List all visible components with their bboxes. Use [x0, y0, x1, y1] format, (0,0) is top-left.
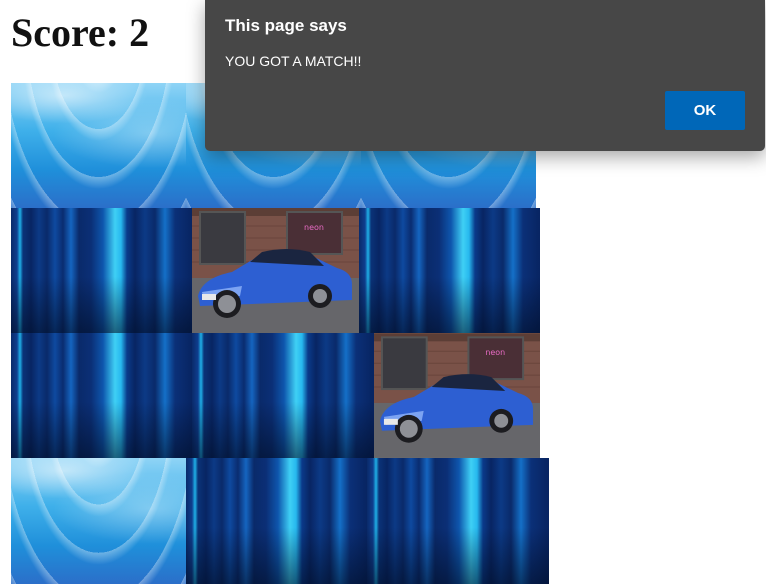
svg-text:neon: neon [485, 348, 505, 357]
card-r4c3[interactable] [367, 458, 549, 584]
card-r3c3-car[interactable]: neon [374, 333, 540, 458]
dialog-title: This page says [225, 16, 347, 35]
car-image: neon [374, 333, 540, 458]
car-image: neon [192, 208, 359, 333]
card-r2c3[interactable] [359, 208, 540, 333]
ok-button[interactable]: OK [665, 91, 745, 130]
card-r2c2-car[interactable]: neon [192, 208, 359, 333]
card-r4c2[interactable] [186, 458, 367, 584]
card-r3c1[interactable] [11, 333, 192, 458]
card-r3c2[interactable] [192, 333, 374, 458]
card-r1c1[interactable] [11, 83, 186, 208]
score-display: Score: 2 [11, 10, 150, 55]
card-r2c1[interactable] [11, 208, 192, 333]
dialog-message: YOU GOT A MATCH!! [225, 53, 362, 69]
svg-text:neon: neon [304, 223, 324, 232]
card-r4c1[interactable] [11, 458, 186, 584]
alert-dialog: This page says YOU GOT A MATCH!! OK [205, 0, 765, 151]
